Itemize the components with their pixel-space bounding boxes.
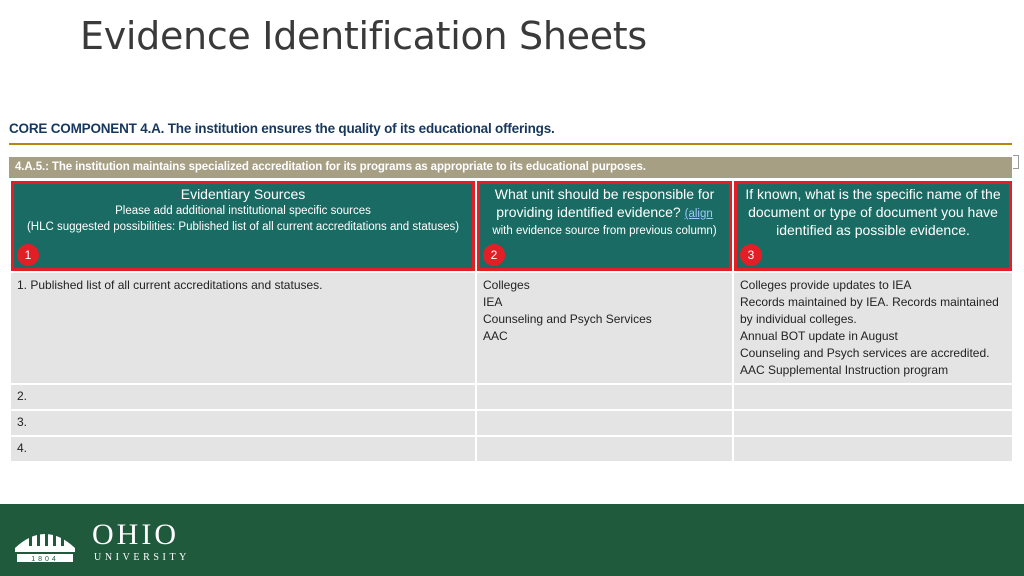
table-row: 3. — [9, 409, 1014, 437]
unit-item: AAC — [483, 329, 508, 343]
university-logo-subtitle: UNIVERSITY — [94, 552, 190, 563]
column-title: If known, what is the specific name of t… — [745, 186, 1001, 238]
column-instruction: (HLC suggested possibilities: Published … — [26, 221, 460, 233]
responsible-unit-cell[interactable] — [475, 409, 734, 437]
column-instruction: with evidence source from previous colum… — [492, 225, 717, 237]
evidence-source-cell[interactable]: 3. — [9, 409, 477, 437]
evidence-source-text: 3. — [17, 415, 28, 429]
evidence-source-text: 4. — [17, 441, 28, 455]
column-header-responsible-unit: What unit should be responsible for prov… — [475, 179, 734, 273]
seal-year: 1804 — [31, 556, 59, 562]
document-name-cell[interactable] — [732, 435, 1014, 463]
table-row: 2. — [9, 383, 1014, 411]
criterion-subheading: 4.A.5.: The institution maintains specia… — [9, 157, 1012, 178]
column-title: Evidentiary Sources — [180, 186, 306, 202]
document-item: Colleges provide updates to IEA — [740, 278, 912, 292]
divider — [9, 143, 1012, 145]
number-badge: 1 — [17, 244, 39, 266]
align-link[interactable]: (align — [685, 208, 713, 220]
number-badge: 3 — [740, 244, 762, 266]
document-name-cell[interactable]: Colleges provide updates to IEA Records m… — [732, 271, 1014, 385]
column-header-document-name: If known, what is the specific name of t… — [732, 179, 1014, 273]
footer-bar: 1804 OHIO UNIVERSITY — [0, 504, 1024, 576]
university-seal-icon: 1804 — [15, 526, 75, 562]
column-header-evidentiary-sources: Evidentiary Sources Please add additiona… — [9, 179, 477, 273]
document-item: Counseling and Psych services are accred… — [740, 346, 990, 360]
responsible-unit-cell[interactable] — [475, 435, 734, 463]
crop-edge-mark — [1013, 155, 1019, 169]
document-name-cell[interactable] — [732, 383, 1014, 411]
slide-title: Evidence Identification Sheets — [80, 14, 647, 58]
column-title: What unit should be responsible for prov… — [494, 186, 715, 220]
university-logo-name: OHIO — [92, 518, 179, 551]
unit-item: IEA — [483, 295, 503, 309]
number-badge: 2 — [483, 244, 505, 266]
evidence-source-text: 2. — [17, 389, 28, 403]
column-instruction: Please add additional institutional spec… — [115, 205, 371, 217]
evidence-source-cell[interactable]: 1. Published list of all current accredi… — [9, 271, 477, 385]
evidence-source-cell[interactable]: 2. — [9, 383, 477, 411]
unit-item: Counseling and Psych Services — [483, 312, 652, 326]
document-name-cell[interactable] — [732, 409, 1014, 437]
table-row: 4. — [9, 435, 1014, 463]
table-header-row: Evidentiary Sources Please add additiona… — [9, 179, 1014, 273]
document-item: Records maintained by IEA. Records maint… — [740, 295, 999, 326]
unit-item: Colleges — [483, 278, 530, 292]
evidence-table: Evidentiary Sources Please add additiona… — [9, 179, 1014, 463]
core-component-heading: CORE COMPONENT 4.A. The institution ensu… — [9, 121, 555, 136]
table-row: 1. Published list of all current accredi… — [9, 271, 1014, 385]
document-item: Annual BOT update in August — [740, 329, 898, 343]
responsible-unit-cell[interactable]: Colleges IEA Counseling and Psych Services… — [475, 271, 734, 385]
document-item: AAC Supplemental Instruction program — [740, 363, 949, 377]
evidence-source-text: 1. Published list of all current accredi… — [17, 278, 323, 292]
evidence-source-cell[interactable]: 4. — [9, 435, 477, 463]
responsible-unit-cell[interactable] — [475, 383, 734, 411]
